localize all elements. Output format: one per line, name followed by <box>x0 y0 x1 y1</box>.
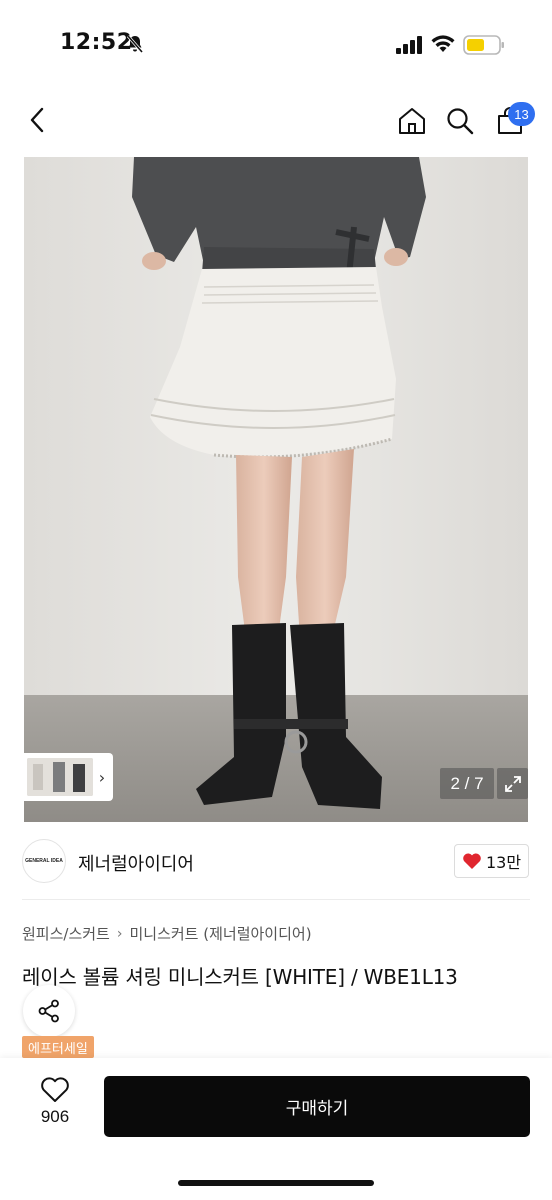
brand-row: GENERAL IDEA 제너럴아이디어 13만 <box>0 835 552 889</box>
battery-icon <box>463 35 504 55</box>
thumbnail-image <box>27 758 93 796</box>
wishlist-button[interactable]: 906 <box>25 1076 85 1136</box>
heart-icon <box>463 853 481 869</box>
expand-button[interactable] <box>497 768 528 799</box>
brand-name[interactable]: 제너럴아이디어 <box>78 850 194 876</box>
search-button[interactable] <box>440 101 480 141</box>
status-bar: 12:52 <box>0 0 552 80</box>
share-button[interactable] <box>23 985 75 1037</box>
breadcrumb-subcategory[interactable]: 미니스커트 (제너럴아이디어) <box>129 923 311 944</box>
bottom-action-bar: 906 구매하기 <box>0 1058 552 1200</box>
chevron-left-icon <box>30 107 44 133</box>
product-title: 레이스 볼륨 셔링 미니스커트 [WHITE] / WBE1L13 <box>22 965 458 989</box>
home-icon <box>399 108 425 134</box>
product-photo <box>24 157 528 822</box>
expand-icon <box>504 775 521 792</box>
back-button[interactable] <box>18 100 58 140</box>
sale-badge: 에프터세일 <box>22 1036 94 1058</box>
chevron-right-icon: › <box>116 925 123 942</box>
thumbnail-strip[interactable]: › <box>24 753 113 801</box>
cart-count-badge: 13 <box>508 102 535 126</box>
top-nav <box>0 90 552 154</box>
status-time: 12:52 <box>60 30 133 55</box>
signal-icon <box>396 36 422 54</box>
image-page-indicator: 2 / 7 <box>440 768 494 799</box>
chevron-right-icon: › <box>98 767 106 787</box>
wishlist-count: 906 <box>40 1107 70 1126</box>
brand-like-count: 13만 <box>485 853 522 872</box>
bell-slash-icon <box>126 35 144 53</box>
brand-logo[interactable]: GENERAL IDEA <box>22 839 66 883</box>
share-icon <box>38 999 59 1023</box>
brand-like-button[interactable]: 13만 <box>454 844 529 878</box>
home-indicator <box>178 1180 374 1186</box>
divider <box>22 899 530 900</box>
breadcrumb: 원피스/스커트 › 미니스커트 (제너럴아이디어) <box>22 923 312 944</box>
product-image-gallery[interactable]: › 2 / 7 <box>24 157 528 822</box>
buy-button[interactable]: 구매하기 <box>104 1076 530 1137</box>
wifi-icon <box>431 35 455 52</box>
gallery-thumbnail[interactable] <box>27 758 93 796</box>
heart-outline-icon <box>41 1077 69 1102</box>
home-button[interactable] <box>392 101 432 141</box>
search-icon <box>447 108 474 135</box>
breadcrumb-category[interactable]: 원피스/스커트 <box>22 923 110 944</box>
